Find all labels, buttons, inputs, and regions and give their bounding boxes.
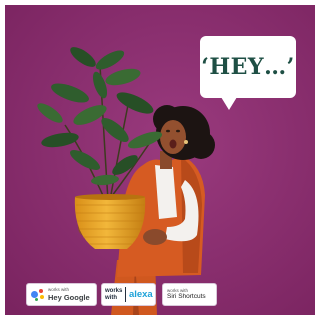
woman-mouth [169, 139, 177, 149]
photo-frame: ‘HEY…’ works with Hey Google works with … [5, 5, 315, 315]
alexa-with-label: with [105, 294, 117, 301]
siri-shortcuts-badge: works with Siri Shortcuts [162, 283, 217, 306]
speech-bubble-tail [221, 97, 237, 110]
woman-eye [166, 129, 170, 133]
alexa-badge: works with alexa [101, 283, 156, 306]
woman-earring [184, 140, 188, 144]
alexa-separator [125, 287, 126, 302]
speech-bubble-text: ‘HEY…’ [201, 54, 295, 80]
woman-hand-right [143, 229, 167, 245]
hey-google-small-label: works with [48, 287, 70, 292]
alexa-brand-label: alexa [128, 289, 153, 300]
siri-brand-label: Siri Shortcuts [167, 293, 206, 300]
google-assistant-dots-icon [31, 288, 45, 302]
woman-face [160, 120, 186, 154]
speech-bubble: ‘HEY…’ [200, 36, 296, 98]
hey-google-badge: works with Hey Google [26, 283, 97, 306]
hey-google-brand-label: Hey Google [48, 292, 90, 302]
